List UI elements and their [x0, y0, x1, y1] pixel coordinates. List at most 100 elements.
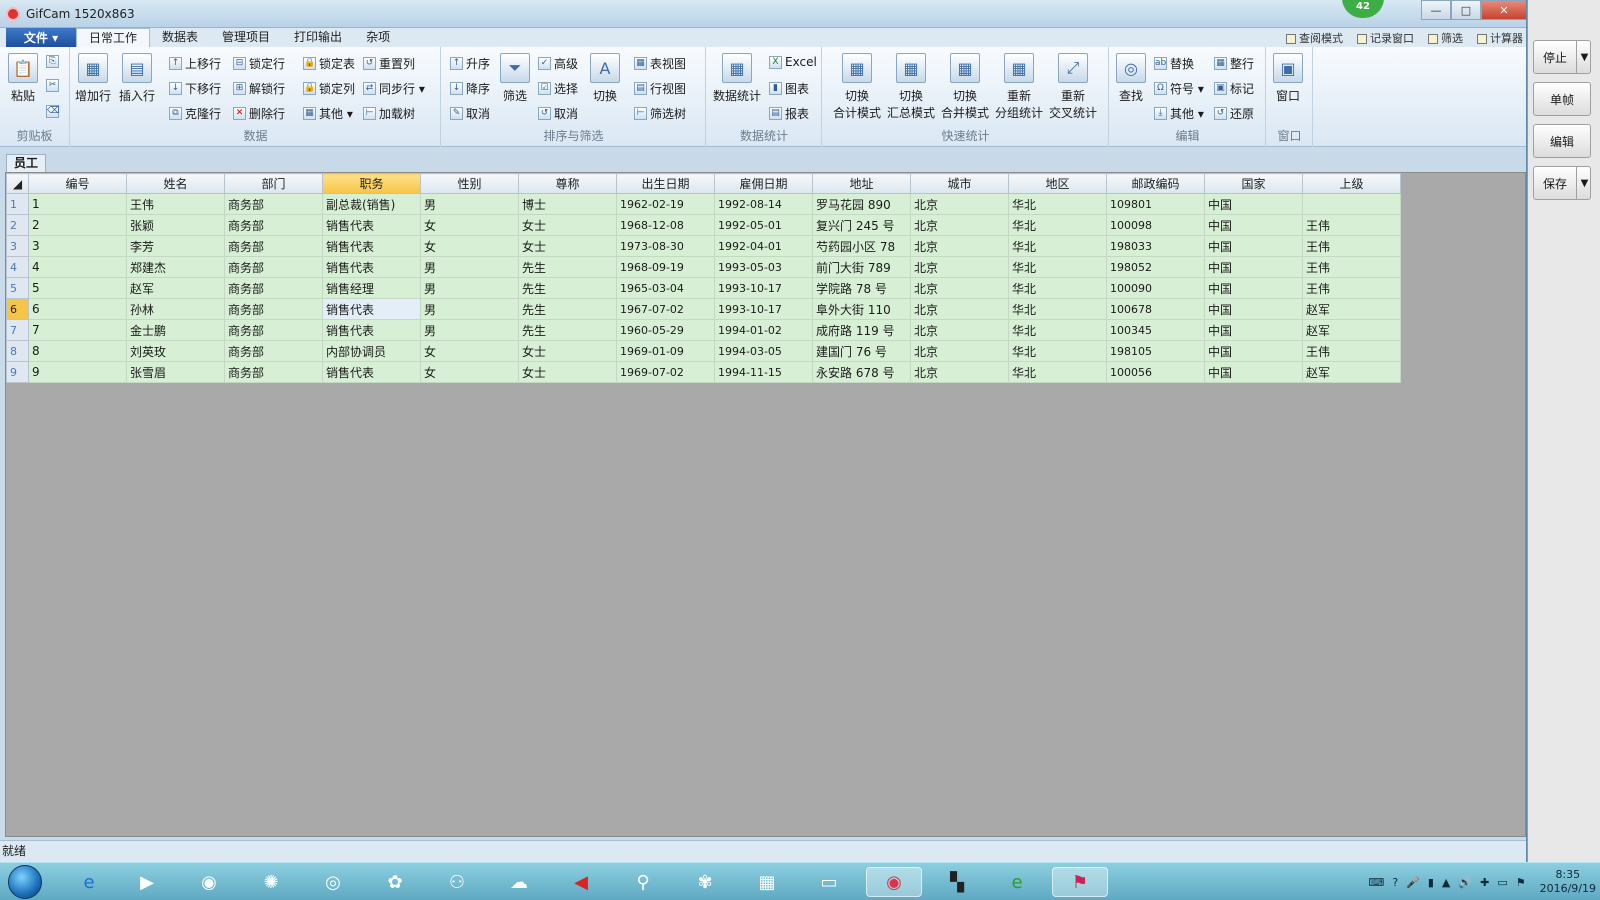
table-cell[interactable]: 女 [420, 235, 519, 257]
window-button[interactable]: ▣ 窗口 [1273, 53, 1303, 104]
calculator-tool[interactable]: 计算器 [1477, 30, 1523, 46]
reset-col-button[interactable]: ↺ 重置列 [363, 55, 415, 72]
table-cell[interactable]: 北京 [910, 277, 1009, 299]
tab-misc[interactable]: 杂项 [354, 28, 402, 47]
photos-icon[interactable]: ✾ [688, 867, 722, 897]
table-cell[interactable]: 先生 [518, 277, 617, 299]
table-cell[interactable]: 王伟 [1302, 235, 1401, 257]
table-cell[interactable]: 女士 [518, 214, 617, 236]
color-wheel-icon[interactable]: ✺ [254, 867, 288, 897]
tab-print-output[interactable]: 打印输出 [282, 28, 354, 47]
select-filter-button[interactable]: ☑ 选择 [538, 80, 578, 97]
select-all-corner[interactable]: ◢ [6, 173, 29, 194]
ie-icon[interactable]: e [72, 867, 106, 897]
table-cell[interactable]: 198033 [1106, 235, 1205, 257]
paste-button[interactable]: 📋 粘贴 [8, 53, 38, 104]
film-icon[interactable]: ▦ [750, 867, 784, 897]
table-cell[interactable]: 中国 [1204, 214, 1303, 236]
table-cell[interactable]: 1993-10-17 [714, 298, 813, 320]
table-cell[interactable]: 男 [420, 193, 519, 215]
sheet-tab-employees[interactable]: 员工 [6, 154, 46, 172]
table-cell[interactable]: 华北 [1008, 361, 1107, 383]
column-header[interactable]: 地区 [1008, 173, 1107, 194]
table-cell[interactable]: 副总裁(销售) [322, 193, 421, 215]
table-row[interactable]: 7 7 金士鹏 商务部 销售代表男先生 1960-05-29 1994-01-02 成府路 1… [6, 319, 1401, 341]
table-cell[interactable]: 销售代表 [322, 298, 421, 320]
row-number[interactable]: 6 [6, 298, 29, 320]
table-cell[interactable]: 女士 [518, 235, 617, 257]
table-cell[interactable]: 100098 [1106, 214, 1205, 236]
table-cell[interactable]: 1994-11-15 [714, 361, 813, 383]
table-cell[interactable]: 1992-04-01 [714, 235, 813, 257]
table-cell[interactable]: 1969-01-09 [616, 340, 715, 362]
column-header[interactable]: 出生日期 [616, 173, 715, 194]
lock-row-button[interactable]: ⊟ 锁定行 [233, 55, 285, 72]
search-icon[interactable]: ⚲ [626, 867, 660, 897]
table-cell[interactable]: 男 [420, 256, 519, 278]
help-icon[interactable]: ? [1392, 876, 1398, 889]
toggle-summary-mode-button[interactable]: ▦ 切换 汇总模式 [887, 53, 935, 121]
baidu-cloud-icon[interactable]: ☁ [502, 867, 536, 897]
table-cell[interactable]: 成府路 119 号 [812, 319, 911, 341]
table-cell[interactable]: 1 [28, 193, 127, 215]
table-cell[interactable]: 王伟 [1302, 256, 1401, 278]
minimize-button[interactable]: — [1421, 0, 1451, 20]
table-cell[interactable]: 中国 [1204, 319, 1303, 341]
table-cell[interactable]: 中国 [1204, 298, 1303, 320]
table-cell[interactable]: 1992-05-01 [714, 214, 813, 236]
stop-dropdown[interactable]: ▼ [1576, 40, 1592, 74]
table-cell[interactable]: 中国 [1204, 361, 1303, 383]
table-cell[interactable]: 王伟 [1302, 340, 1401, 362]
table-cell[interactable]: 华北 [1008, 319, 1107, 341]
table-cell[interactable]: 女 [420, 340, 519, 362]
table-cell[interactable]: 109801 [1106, 193, 1205, 215]
lock-table-button[interactable]: 🔒 锁定表 [303, 55, 355, 72]
table-cell[interactable]: 华北 [1008, 193, 1107, 215]
column-header[interactable]: 邮政编码 [1106, 173, 1205, 194]
edit-button[interactable]: 编辑 [1533, 124, 1591, 158]
filter-tree-button[interactable]: ⊢ 筛选树 [634, 105, 686, 122]
save-dropdown[interactable]: ▼ [1576, 166, 1592, 200]
column-header[interactable]: 城市 [910, 173, 1009, 194]
table-cell[interactable]: 198052 [1106, 256, 1205, 278]
table-cell[interactable]: 内部协调员 [322, 340, 421, 362]
data-stats-button[interactable]: ▦ 数据统计 [713, 53, 761, 104]
table-cell[interactable]: 9 [28, 361, 127, 383]
table-cell[interactable]: 女 [420, 361, 519, 383]
paint-palette-icon[interactable]: ✿ [378, 867, 412, 897]
table-cell[interactable]: 商务部 [224, 340, 323, 362]
table-cell[interactable]: 王伟 [1302, 277, 1401, 299]
disc-icon[interactable]: ◎ [316, 867, 350, 897]
row-number[interactable]: 8 [6, 340, 29, 362]
table-cell[interactable]: 1965-03-04 [616, 277, 715, 299]
table-cell[interactable]: 博士 [518, 193, 617, 215]
regroup-stats-button[interactable]: ▦ 重新 分组统计 [995, 53, 1043, 121]
add-row-button[interactable]: ▦ 增加行 [75, 53, 111, 104]
table-cell[interactable]: 1969-07-02 [616, 361, 715, 383]
cut-button[interactable]: ✂ [46, 79, 62, 92]
table-cell[interactable]: 6 [28, 298, 127, 320]
table-cell[interactable]: 商务部 [224, 193, 323, 215]
chart-button[interactable]: ▮ 图表 [769, 80, 809, 97]
table-row[interactable]: 8 8 刘英玫 商务部 内部协调员女女士 1969-01-09 1994-03-05 建国门 … [6, 340, 1401, 362]
table-cell[interactable]: 建国门 76 号 [812, 340, 911, 362]
column-header[interactable]: 性别 [420, 173, 519, 194]
table-cell[interactable]: 100345 [1106, 319, 1205, 341]
view-mode-tool[interactable]: 查阅模式 [1286, 30, 1343, 46]
table-cell[interactable]: 4 [28, 256, 127, 278]
security-icon[interactable]: ✚ [1480, 876, 1489, 889]
show-hidden-icons[interactable]: ▲ [1442, 876, 1450, 889]
symbol-button[interactable]: Ω 符号 ▾ [1154, 80, 1204, 97]
filter-tool[interactable]: 筛选 [1428, 30, 1463, 46]
tab-manage-project[interactable]: 管理项目 [210, 28, 282, 47]
table-cell[interactable]: 1994-03-05 [714, 340, 813, 362]
replace-button[interactable]: ab 替换 [1154, 55, 1194, 72]
table-cell[interactable]: 北京 [910, 361, 1009, 383]
table-cell[interactable]: 1993-10-17 [714, 277, 813, 299]
table-cell[interactable]: 销售代表 [322, 361, 421, 383]
table-cell[interactable]: 1968-09-19 [616, 256, 715, 278]
users-icon[interactable]: ⚇ [440, 867, 474, 897]
report-button[interactable]: ▤ 报表 [769, 105, 809, 122]
table-row[interactable]: 5 5 赵军 商务部 销售经理男先生 1965-03-04 1993-10-17 学院路 78… [6, 277, 1401, 299]
table-cell[interactable]: 赵军 [126, 277, 225, 299]
